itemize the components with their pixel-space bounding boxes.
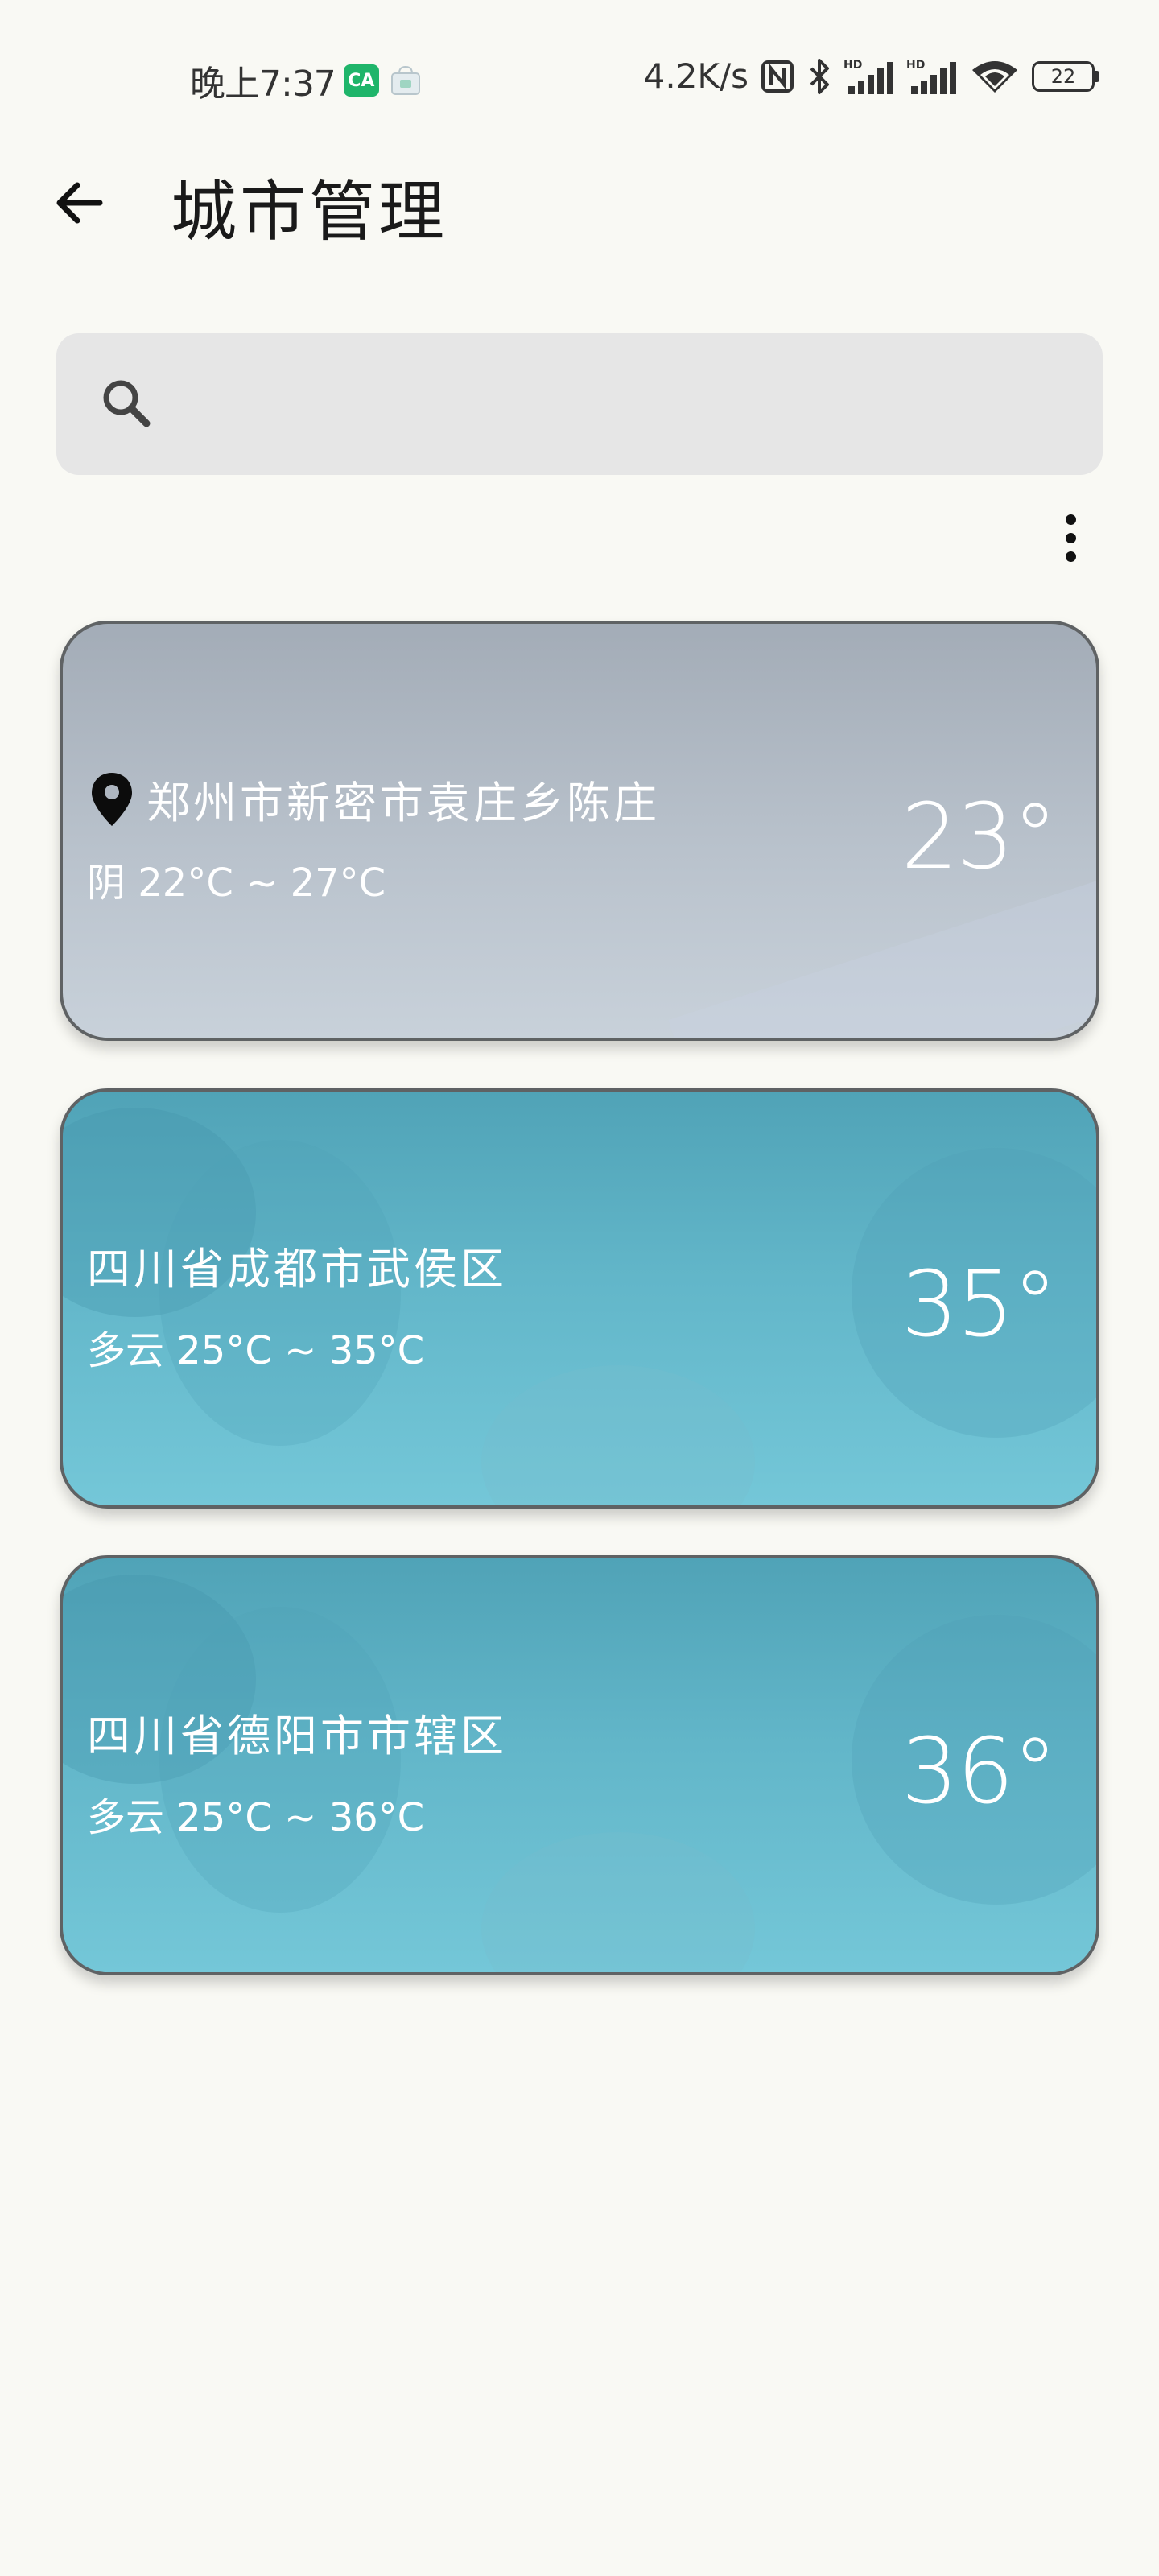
- current-temperature: 35°: [901, 1253, 1058, 1357]
- cloud-decoration: [481, 1832, 755, 1972]
- current-temperature: 36°: [901, 1719, 1058, 1824]
- location-pin-icon: [92, 772, 132, 826]
- more-vertical-icon: [1065, 514, 1076, 525]
- wifi-icon: [972, 60, 1017, 93]
- signal-hd-2-icon: HD: [906, 59, 956, 94]
- weather-condition-range: 多云 25°C ~ 36°C: [87, 1795, 425, 1840]
- svg-text:HD: HD: [843, 59, 862, 72]
- city-name: 四川省德阳市市辖区: [87, 1711, 507, 1761]
- cloud-decoration: [481, 1365, 755, 1505]
- svg-text:HD: HD: [906, 59, 925, 72]
- search-box[interactable]: [56, 333, 1103, 475]
- city-card-current-location[interactable]: 郑州市新密市袁庄乡陈庄 阴 22°C ~ 27°C 23°: [60, 621, 1099, 1041]
- arrow-left-icon: [56, 182, 103, 224]
- app-header: 城市管理: [0, 153, 1159, 250]
- page-title: 城市管理: [171, 174, 448, 250]
- battery-level: 22: [1050, 64, 1076, 88]
- more-options-button[interactable]: [1046, 504, 1095, 572]
- weather-condition-range: 阴 22°C ~ 27°C: [87, 861, 386, 906]
- city-name-row: 郑州市新密市袁庄乡陈庄: [87, 767, 660, 831]
- more-vertical-icon: [1065, 532, 1076, 543]
- status-time: 晚上7:37: [190, 64, 336, 105]
- app-notification-icon: CA: [343, 64, 379, 97]
- more-vertical-icon: [1065, 551, 1076, 562]
- city-name: 郑州市新密市袁庄乡陈庄: [146, 778, 660, 828]
- search-input[interactable]: [159, 333, 1103, 475]
- status-left: 晚上7:37 CA: [190, 55, 424, 106]
- weather-condition-range: 多云 25°C ~ 35°C: [87, 1328, 425, 1373]
- shopping-bag-icon: [390, 65, 420, 95]
- bluetooth-icon: [810, 58, 829, 94]
- status-bar: 晚上7:37 CA 4.2K/s HD HD 22: [0, 48, 1159, 113]
- current-temperature: 23°: [901, 785, 1058, 890]
- city-card[interactable]: 四川省成都市武侯区 多云 25°C ~ 35°C 35°: [60, 1088, 1099, 1509]
- battery-icon: 22: [1032, 60, 1099, 92]
- city-card[interactable]: 四川省德阳市市辖区 多云 25°C ~ 36°C 36°: [60, 1555, 1099, 1975]
- city-name: 四川省成都市武侯区: [87, 1244, 507, 1294]
- signal-hd-1-icon: HD: [843, 59, 893, 94]
- back-button[interactable]: [45, 169, 113, 237]
- network-speed: 4.2K/s: [643, 56, 749, 96]
- search-icon: [103, 380, 151, 427]
- status-right: 4.2K/s HD HD 22: [643, 56, 1099, 96]
- nfc-icon: [761, 60, 794, 93]
